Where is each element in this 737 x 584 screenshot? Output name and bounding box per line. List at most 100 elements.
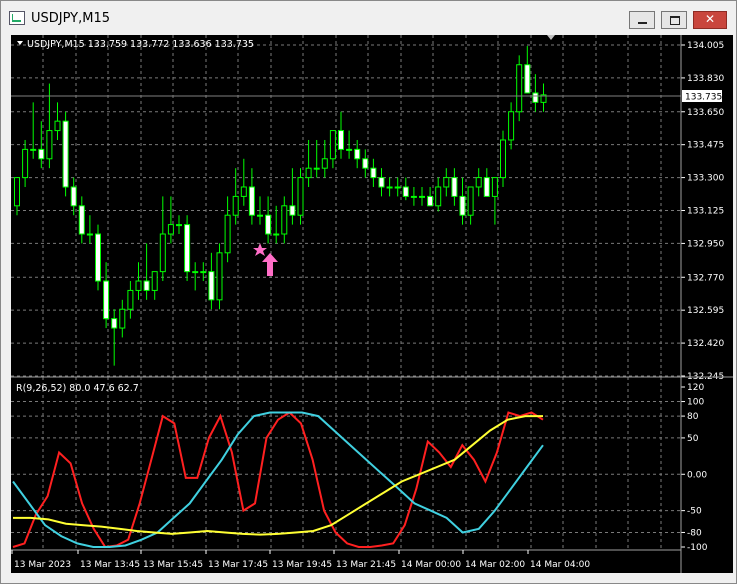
candle-body-bear xyxy=(338,130,344,150)
candle-body-bull xyxy=(297,177,304,216)
indicator-lines xyxy=(12,411,544,549)
candle-body-bear xyxy=(103,280,110,320)
buy-signal-marker xyxy=(253,243,278,276)
candle-body-bear xyxy=(78,205,85,235)
candle-body-bull xyxy=(516,64,523,113)
price-tick-label: 133.650 xyxy=(687,108,724,118)
indicator-tick-label: 100 xyxy=(687,398,704,408)
candle-body-bull xyxy=(435,186,442,207)
candle-body-bear xyxy=(289,205,296,216)
candle-body-bull xyxy=(151,271,158,291)
candle-body-bear xyxy=(62,120,69,188)
time-tick-label: 13 Mar 17:45 xyxy=(208,560,268,570)
main-panel-header: USDJPY,M15 133.759 133.772 133.636 133.7… xyxy=(27,39,254,50)
time-tick-label: 13 Mar 21:45 xyxy=(336,560,396,570)
candle-body-bull xyxy=(54,120,61,132)
mt-chart-window: USDJPY,M15 134.005133.830133.650133.4751… xyxy=(0,0,737,584)
candle-body-bull xyxy=(224,214,231,254)
price-tick-label: 134.005 xyxy=(687,41,724,51)
candle-body-bull xyxy=(281,205,288,235)
indicator-tick-label: -80 xyxy=(687,528,702,538)
time-tick-label: 13 Mar 2023 xyxy=(14,560,71,570)
time-tick-label: 13 Mar 15:45 xyxy=(143,560,203,570)
candle-body-bull xyxy=(192,271,199,274)
price-tick-label: 132.420 xyxy=(687,339,724,349)
candle-body-bear xyxy=(354,148,361,160)
candle-body-bull xyxy=(329,130,336,160)
candle-body-bull xyxy=(386,186,393,189)
candle-body-bear xyxy=(95,233,101,282)
candle-body-bull xyxy=(346,148,353,151)
candle-body-bear xyxy=(378,177,385,188)
candle-body-bear xyxy=(111,318,118,329)
title-bar[interactable]: USDJPY,M15 xyxy=(1,1,736,35)
candle-body-bull xyxy=(443,177,450,188)
candle-body-bull xyxy=(273,233,280,236)
indicator-line-slow xyxy=(13,415,543,536)
price-tick-label: 133.830 xyxy=(687,74,724,84)
candle-body-bear xyxy=(370,167,377,179)
candle-body-bear xyxy=(459,195,466,216)
candle-body-bull xyxy=(410,195,417,198)
candle-body-bear xyxy=(248,186,255,216)
star-marker-icon xyxy=(253,243,267,256)
time-tick-label: 14 Mar 02:00 xyxy=(465,560,525,570)
up-arrow-icon xyxy=(262,253,278,276)
candle-body-bull xyxy=(135,280,142,291)
price-tick-label: 133.300 xyxy=(687,174,724,184)
candle-body-bull xyxy=(22,148,29,179)
close-button[interactable] xyxy=(693,11,727,29)
candle-body-bull xyxy=(167,224,174,235)
candle-body-bull xyxy=(176,224,182,227)
maximize-button[interactable] xyxy=(661,11,687,29)
candle-body-bull xyxy=(216,252,223,301)
time-tick-label: 14 Mar 00:00 xyxy=(401,560,461,570)
candle-body-bull xyxy=(321,158,328,169)
current-price-label: 133.735 xyxy=(685,93,722,103)
candle-body-bull xyxy=(159,233,166,273)
time-tick-label: 13 Mar 19:45 xyxy=(272,560,332,570)
candle-body-bear xyxy=(532,92,539,103)
candle-body-bull xyxy=(30,148,37,151)
candle-body-bear xyxy=(184,224,191,273)
candle-body-bull xyxy=(508,111,515,141)
candle-body-bear xyxy=(362,158,369,169)
time-tick-label: 13 Mar 13:45 xyxy=(80,560,140,570)
candle-body-bull xyxy=(257,214,263,217)
price-tick-label: 133.125 xyxy=(687,207,724,217)
price-tick-label: 132.595 xyxy=(687,306,724,316)
price-tick-label: 132.950 xyxy=(687,239,724,249)
chart-canvas[interactable]: 134.005 133.830 133.650 133.475 133.300 133.1… xyxy=(11,35,733,573)
indicator-tick-label: 50 xyxy=(687,434,699,444)
candle-body-bull xyxy=(491,177,498,197)
candle-body-bull xyxy=(232,195,239,216)
chart-grid xyxy=(11,35,681,550)
candle-body-bull xyxy=(14,177,20,207)
candle-body-bear xyxy=(427,195,434,207)
candle-body-bull xyxy=(313,167,320,170)
price-tick-label: 132.770 xyxy=(687,273,724,283)
indicator-tick-label: 80 xyxy=(687,412,699,422)
candle-body-bull xyxy=(500,139,506,179)
candle-body-bull xyxy=(46,130,53,160)
chart-svg[interactable]: 134.005 133.830 133.650 133.475 133.300 133.1… xyxy=(11,35,733,573)
candle-body-bull xyxy=(467,186,474,216)
indicator-tick-label: -50 xyxy=(687,507,702,517)
candle-body-bear xyxy=(483,177,490,197)
indicator-tick-label: -100 xyxy=(687,543,708,553)
indicator-tick-label: 0.00 xyxy=(687,470,707,480)
candle-body-bear xyxy=(143,280,150,291)
candle-body-bull xyxy=(127,289,134,310)
candle-body-bull xyxy=(240,186,247,197)
candle-body-bear xyxy=(524,64,531,94)
dropdown-triangle-icon[interactable] xyxy=(17,41,23,45)
candle-body-bear xyxy=(451,177,458,197)
window-title: USDJPY,M15 xyxy=(31,11,110,26)
chart-shift-marker-icon[interactable] xyxy=(547,35,555,40)
candle-body-bear xyxy=(70,186,77,207)
minimize-button[interactable] xyxy=(629,11,655,29)
time-tick-label: 14 Mar 04:00 xyxy=(530,560,590,570)
candle-body-bull xyxy=(394,186,401,189)
chart-window-icon xyxy=(9,11,25,25)
price-tick-label: 133.475 xyxy=(687,141,724,151)
